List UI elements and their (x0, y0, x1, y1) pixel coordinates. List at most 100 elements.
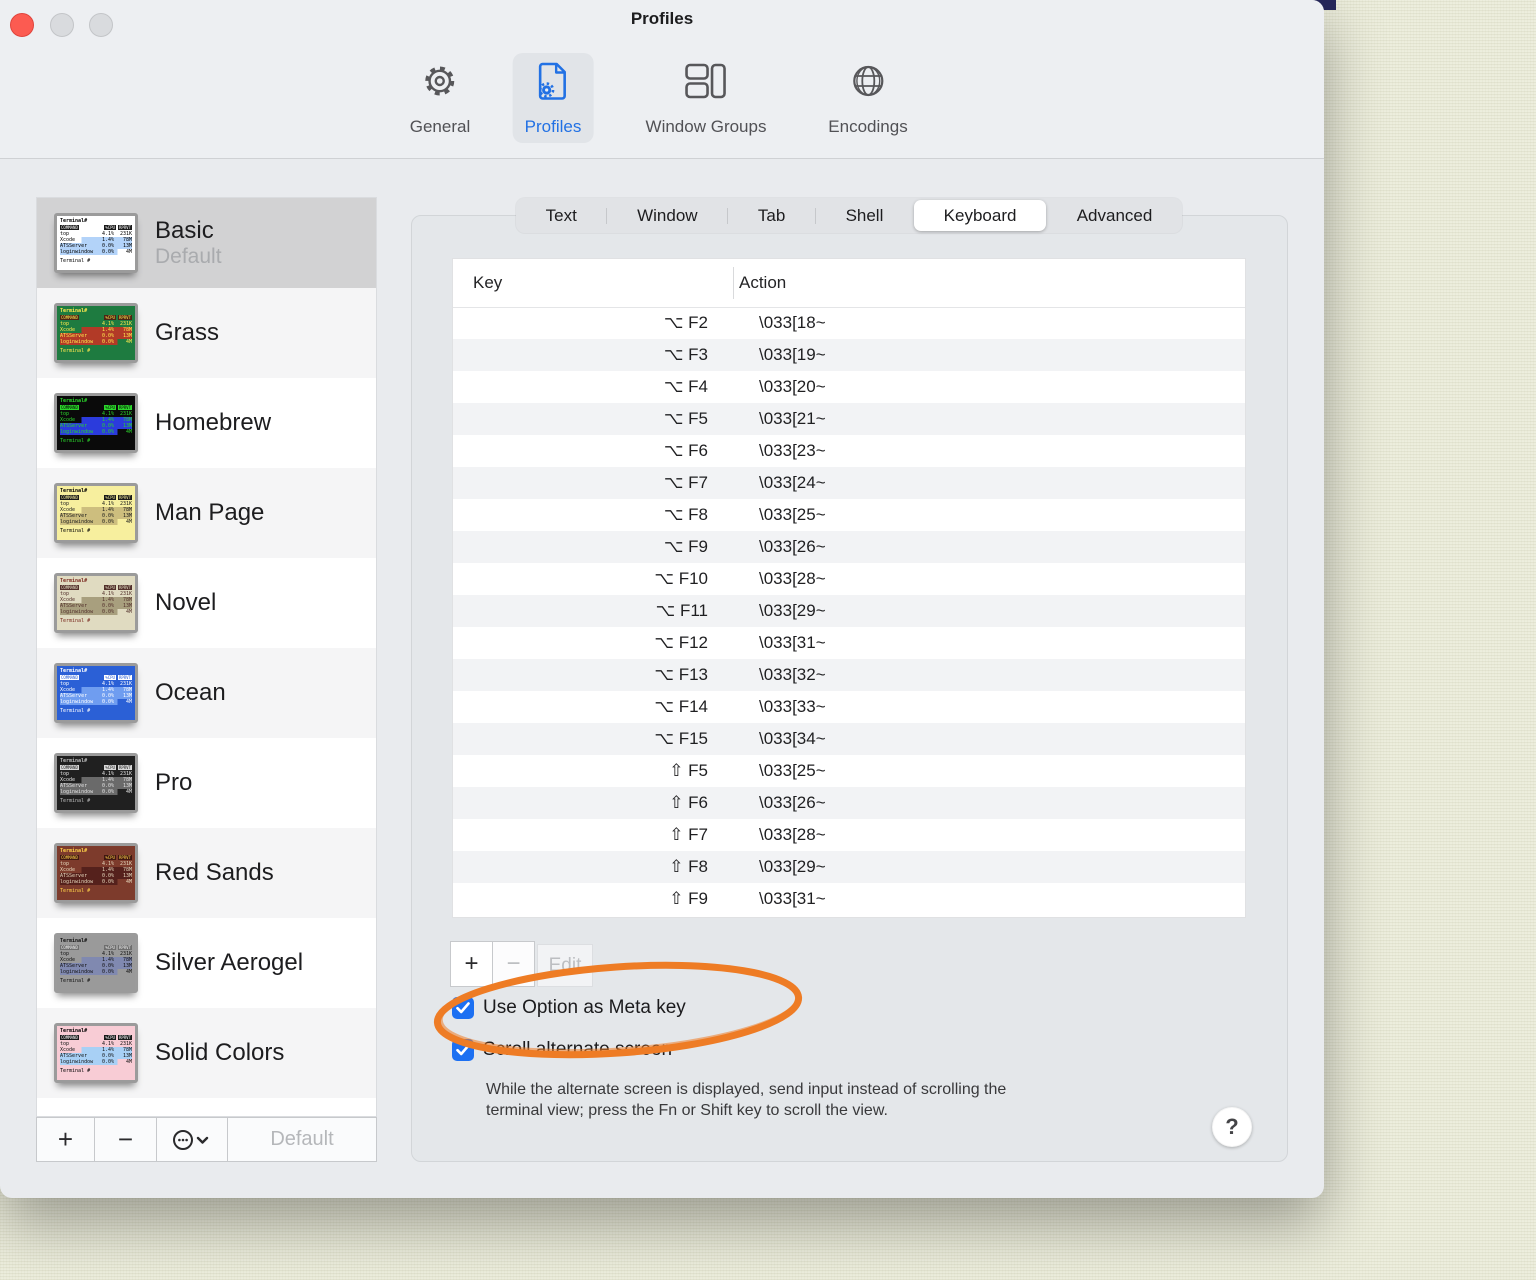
toolbar-item-window-groups[interactable]: Window Groups (634, 53, 779, 143)
sidebar-item-man-page[interactable]: Terminal# COMMAND %CPU RPRVT top 4.1% 231K Xcod… (37, 468, 376, 558)
tab-text[interactable]: Text (516, 200, 606, 231)
key-cell: ⌥ F4 (663, 377, 708, 396)
action-cell: \033[20~ (759, 377, 826, 396)
sidebar-item-red-sands[interactable]: Terminal# COMMAND %CPU RPRVT top 4.1% 231K Xcod… (37, 828, 376, 918)
table-row[interactable]: ⌥ F8 \033[25~ (453, 499, 1245, 531)
sidebar-item-grass[interactable]: Terminal# COMMAND %CPU RPRVT top 4.1% 231K Xcod… (37, 288, 376, 378)
titlebar-toolbar: Profiles General Profiles Window Groups … (0, 0, 1324, 159)
action-cell: \033[32~ (759, 665, 826, 684)
profile-name: Homebrew (155, 409, 272, 436)
sidebar-item-ocean[interactable]: Terminal# COMMAND %CPU RPRVT top 4.1% 231K Xcod… (37, 648, 376, 738)
set-default-button[interactable]: Default (228, 1117, 377, 1162)
scroll-alternate-screen-row: Scroll alternate screen (452, 1039, 672, 1061)
sidebar-item-solid-colors[interactable]: Terminal# COMMAND %CPU RPRVT top 4.1% 231K Xcod… (37, 1008, 376, 1098)
action-cell: \033[25~ (759, 505, 826, 524)
table-row[interactable]: ⌥ F11 \033[29~ (453, 595, 1245, 627)
table-row[interactable]: ⌥ F9 \033[26~ (453, 531, 1245, 563)
profile-thumbnail: Terminal# COMMAND %CPU RPRVT top 4.1% 231K Xcod… (54, 573, 138, 633)
table-row[interactable]: ⌥ F7 \033[24~ (453, 467, 1245, 499)
profile-list: Terminal# COMMAND %CPU RPRVT top 4.1% 231K Xcod… (36, 197, 377, 1117)
key-cell: ⇧ F7 (669, 825, 708, 844)
table-row[interactable]: ⌥ F2 \033[18~ (453, 307, 1245, 339)
key-cell: ⌥ F11 (655, 601, 708, 620)
help-text-line1: While the alternate screen is displayed,… (486, 1081, 1007, 1098)
sidebar-item-novel[interactable]: Terminal# COMMAND %CPU RPRVT top 4.1% 231K Xcod… (37, 558, 376, 648)
action-cell: \033[31~ (759, 633, 826, 652)
profile-actions-menu-button[interactable] (157, 1117, 228, 1162)
key-cell: ⇧ F8 (669, 857, 708, 876)
tab-tab[interactable]: Tab (728, 200, 815, 231)
profile-thumbnail: Terminal# COMMAND %CPU RPRVT top 4.1% 231K Xcod… (54, 1023, 138, 1083)
column-divider[interactable] (733, 267, 734, 299)
add-key-button[interactable]: + (450, 941, 493, 987)
table-row[interactable]: ⇧ F5 \033[25~ (453, 755, 1245, 787)
remove-profile-button[interactable]: − (95, 1117, 157, 1162)
tab-advanced[interactable]: Advanced (1047, 200, 1182, 231)
profile-list-actions: + − Default (36, 1117, 377, 1162)
toolbar-item-label: Encodings (828, 117, 908, 136)
action-cell: \033[29~ (759, 857, 826, 876)
table-row[interactable]: ⌥ F3 \033[19~ (453, 339, 1245, 371)
key-cell: ⌥ F3 (663, 345, 708, 364)
table-row[interactable]: ⌥ F15 \033[34~ (453, 723, 1245, 755)
action-cell: \033[28~ (759, 825, 826, 844)
use-option-as-meta-checkbox[interactable] (452, 997, 474, 1019)
toolbar-item-encodings[interactable]: Encodings (816, 53, 919, 143)
table-row[interactable]: ⌥ F4 \033[20~ (453, 371, 1245, 403)
key-cell: ⌥ F14 (654, 697, 708, 716)
profile-name: Ocean (155, 679, 226, 706)
table-row[interactable]: ⇧ F7 \033[28~ (453, 819, 1245, 851)
edit-key-button[interactable]: Edit (537, 944, 593, 987)
profile-thumbnail: Terminal# COMMAND %CPU RPRVT top 4.1% 231K Xcod… (54, 663, 138, 723)
profile-doc-icon (534, 59, 572, 103)
tab-shell[interactable]: Shell (816, 200, 913, 231)
table-row[interactable]: ⌥ F6 \033[23~ (453, 435, 1245, 467)
table-header: Key Action (453, 259, 1245, 308)
use-option-as-meta-row: Use Option as Meta key (452, 997, 686, 1019)
gear-icon (421, 59, 459, 103)
profile-name: Novel (155, 589, 217, 616)
sidebar-item-homebrew[interactable]: Terminal# COMMAND %CPU RPRVT top 4.1% 231K Xcod… (37, 378, 376, 468)
key-cell: ⌥ F8 (663, 505, 708, 524)
table-row[interactable]: ⌥ F12 \033[31~ (453, 627, 1245, 659)
table-body: ⌥ F2 \033[18~ ⌥ F3 \033[19~ ⌥ F4 \033[20~ ⌥ F5… (453, 307, 1245, 917)
remove-key-button[interactable]: − (492, 941, 535, 987)
profile-name: Silver Aerogel (155, 949, 304, 976)
table-row[interactable]: ⇧ F8 \033[29~ (453, 851, 1245, 883)
sidebar-item-pro[interactable]: Terminal# COMMAND %CPU RPRVT top 4.1% 231K Xcod… (37, 738, 376, 828)
key-cell: ⌥ F15 (654, 729, 708, 748)
terminal-preferences-window: Profiles General Profiles Window Groups … (0, 0, 1324, 1198)
column-header-key[interactable]: Key (453, 273, 713, 293)
action-cell: \033[24~ (759, 473, 826, 492)
key-cell: ⌥ F9 (663, 537, 708, 556)
key-cell: ⇧ F6 (669, 793, 708, 812)
sidebar-item-basic[interactable]: Terminal# COMMAND %CPU RPRVT top 4.1% 231K Xcod… (37, 198, 376, 288)
profile-thumbnail: Terminal# COMMAND %CPU RPRVT top 4.1% 231K Xcod… (54, 753, 138, 813)
table-row[interactable]: ⌥ F10 \033[28~ (453, 563, 1245, 595)
tab-window[interactable]: Window (607, 200, 727, 231)
tab-keyboard[interactable]: Keyboard (914, 200, 1047, 231)
help-text-line2: terminal view; press the Fn or Shift key… (486, 1102, 888, 1119)
table-row[interactable]: ⌥ F5 \033[21~ (453, 403, 1245, 435)
scroll-alternate-screen-checkbox[interactable] (452, 1039, 474, 1061)
column-header-action[interactable]: Action (713, 273, 786, 293)
action-cell: \033[31~ (759, 889, 826, 908)
profile-name: Basic (155, 216, 214, 244)
add-profile-button[interactable]: + (36, 1117, 95, 1162)
table-row[interactable]: ⇧ F9 \033[31~ (453, 883, 1245, 915)
key-cell: ⌥ F2 (663, 313, 708, 332)
sidebar-item-silver-aerogel[interactable]: Terminal# COMMAND %CPU RPRVT top 4.1% 231K Xcod… (37, 918, 376, 1008)
action-cell: \033[23~ (759, 441, 826, 460)
action-cell: \033[25~ (759, 761, 826, 780)
toolbar-item-profiles[interactable]: Profiles (512, 53, 594, 143)
help-button[interactable]: ? (1212, 1107, 1252, 1147)
toolbar-item-general[interactable]: General (398, 53, 482, 143)
window-title: Profiles (630, 9, 694, 28)
table-row[interactable]: ⌥ F14 \033[33~ (453, 691, 1245, 723)
key-cell: ⇧ F5 (669, 761, 708, 780)
table-row[interactable]: ⌥ F13 \033[32~ (453, 659, 1245, 691)
profile-thumbnail: Terminal# COMMAND %CPU RPRVT top 4.1% 231K Xcod… (54, 303, 138, 363)
profile-thumbnail: Terminal# COMMAND %CPU RPRVT top 4.1% 231K Xcod… (54, 483, 138, 543)
profile-name: Red Sands (155, 859, 274, 886)
table-row[interactable]: ⇧ F6 \033[26~ (453, 787, 1245, 819)
